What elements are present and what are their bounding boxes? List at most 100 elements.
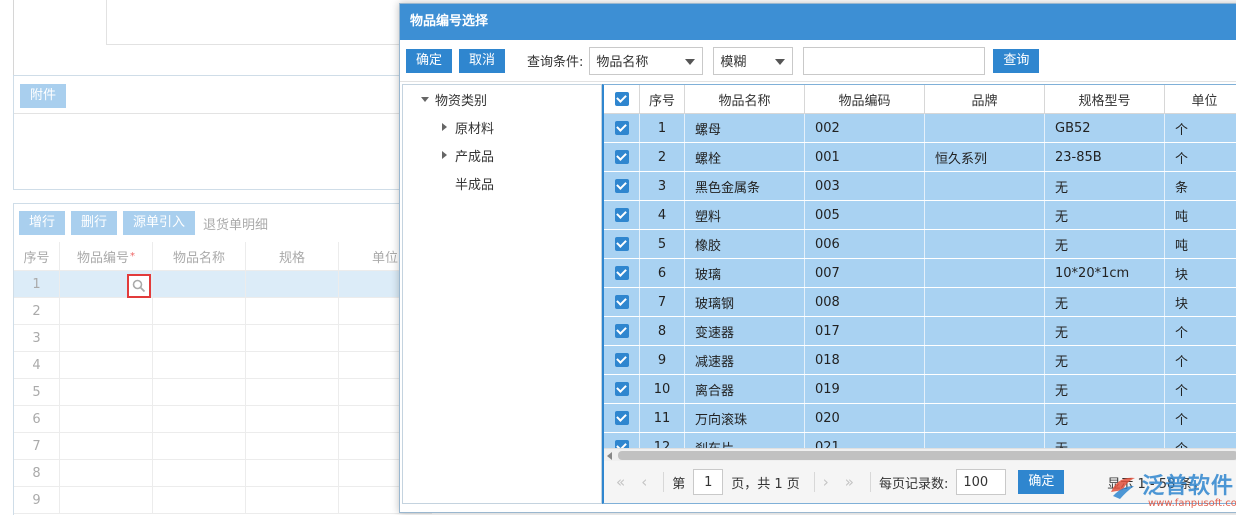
table-row[interactable]: 10 离合器 019 无个: [604, 375, 1236, 404]
tree-node-raw-materials[interactable]: 原材料: [403, 113, 601, 141]
grid-cell[interactable]: [60, 406, 153, 432]
row-checkbox[interactable]: [604, 404, 640, 432]
grid-cell[interactable]: [246, 460, 339, 486]
row-checkbox[interactable]: [604, 288, 640, 316]
grid-cell[interactable]: [246, 298, 339, 324]
grid-cell[interactable]: [60, 433, 153, 459]
grid-cell[interactable]: [153, 406, 246, 432]
table-row[interactable]: 4: [14, 352, 432, 379]
search-input[interactable]: [803, 46, 986, 75]
page-number-input[interactable]: 1: [693, 469, 724, 495]
checkbox-checked-icon[interactable]: [614, 237, 629, 251]
grid-cell[interactable]: [60, 487, 153, 513]
grid-cell[interactable]: [246, 487, 339, 513]
row-checkbox[interactable]: [604, 172, 640, 200]
table-row[interactable]: 1 螺母 002 GB52 个: [604, 114, 1236, 143]
grid-cell[interactable]: [246, 271, 339, 297]
cancel-button[interactable]: 取消: [459, 48, 506, 73]
grid-cell[interactable]: [60, 325, 153, 351]
grid-cell[interactable]: [246, 352, 339, 378]
table-row[interactable]: 4 塑料 005 无吨: [604, 201, 1236, 230]
table-row[interactable]: 3: [14, 325, 432, 352]
match-mode-select[interactable]: 模糊: [713, 46, 794, 75]
grid-cell[interactable]: [153, 379, 246, 405]
select-all-checkbox[interactable]: [604, 85, 640, 113]
prev-page-icon[interactable]: ‹: [641, 473, 647, 491]
grid-cell[interactable]: [153, 433, 246, 459]
last-page-icon[interactable]: »: [845, 473, 854, 491]
checkbox-checked-icon[interactable]: [614, 121, 629, 135]
checkbox-checked-icon[interactable]: [614, 411, 629, 425]
table-row[interactable]: 3 黑色金属条 003 无条: [604, 172, 1236, 201]
checkbox-checked-icon[interactable]: [614, 324, 629, 338]
query-button[interactable]: 查询: [993, 48, 1040, 73]
pager-confirm-button[interactable]: 确定: [1018, 470, 1065, 494]
table-row[interactable]: 2 螺栓 001 恒久系列 23-85B 个: [604, 143, 1236, 172]
grid-cell[interactable]: [60, 379, 153, 405]
table-row[interactable]: 7: [14, 433, 432, 460]
grid-cell[interactable]: [153, 298, 246, 324]
checkbox-checked-icon[interactable]: [614, 150, 629, 164]
grid-cell[interactable]: [153, 325, 246, 351]
checkbox-checked-icon[interactable]: [614, 353, 629, 367]
column-header-brand[interactable]: 品牌: [925, 85, 1045, 113]
grid-cell[interactable]: [246, 325, 339, 351]
confirm-button[interactable]: 确定: [406, 48, 453, 73]
row-checkbox[interactable]: [604, 375, 640, 403]
table-row[interactable]: 8: [14, 460, 432, 487]
column-header-code[interactable]: 物品编码: [805, 85, 925, 113]
checkbox-checked-icon[interactable]: [614, 382, 629, 396]
checkbox-checked-icon[interactable]: [614, 92, 629, 106]
grid-cell[interactable]: [246, 379, 339, 405]
tree-node-root[interactable]: 物资类别: [403, 85, 601, 113]
table-row[interactable]: 9 减速器 018 无个: [604, 346, 1236, 375]
first-page-icon[interactable]: «: [616, 473, 625, 491]
grid-cell[interactable]: [153, 271, 246, 297]
row-checkbox[interactable]: [604, 259, 640, 287]
import-source-button[interactable]: 源单引入: [123, 211, 196, 235]
row-checkbox[interactable]: [604, 201, 640, 229]
table-row[interactable]: 8 变速器 017 无个: [604, 317, 1236, 346]
caret-right-icon[interactable]: [442, 123, 447, 131]
grid-cell[interactable]: [153, 352, 246, 378]
grid-cell[interactable]: [246, 406, 339, 432]
checkbox-checked-icon[interactable]: [614, 179, 629, 193]
caret-right-icon[interactable]: [442, 151, 447, 159]
row-checkbox[interactable]: [604, 143, 640, 171]
attachment-button[interactable]: 附件: [20, 84, 67, 108]
column-header-spec[interactable]: 规格型号: [1045, 85, 1165, 113]
table-row[interactable]: 1: [14, 271, 432, 298]
next-page-icon[interactable]: ›: [823, 473, 829, 491]
item-code-cell[interactable]: [60, 271, 153, 298]
table-row[interactable]: 5: [14, 379, 432, 406]
table-row[interactable]: 5 橡胶 006 无吨: [604, 230, 1236, 259]
table-row[interactable]: 11 万向滚珠 020 无个: [604, 404, 1236, 433]
row-checkbox[interactable]: [604, 114, 640, 142]
query-field-select[interactable]: 物品名称: [589, 46, 704, 75]
table-row[interactable]: 9: [14, 487, 432, 514]
grid-cell[interactable]: [246, 433, 339, 459]
checkbox-checked-icon[interactable]: [614, 295, 629, 309]
column-header-no[interactable]: 序号: [640, 85, 685, 113]
search-icon[interactable]: [127, 274, 151, 298]
tree-node-finished-goods[interactable]: 产成品: [403, 141, 601, 169]
scrollbar-thumb[interactable]: [618, 451, 1236, 460]
grid-cell[interactable]: [60, 352, 153, 378]
checkbox-checked-icon[interactable]: [614, 266, 629, 280]
grid-cell[interactable]: [153, 487, 246, 513]
grid-cell[interactable]: [60, 460, 153, 486]
scroll-left-icon[interactable]: [607, 452, 612, 460]
table-row[interactable]: 6: [14, 406, 432, 433]
column-header-name[interactable]: 物品名称: [685, 85, 805, 113]
row-checkbox[interactable]: [604, 230, 640, 258]
tree-node-semi-finished[interactable]: 半成品: [403, 169, 601, 197]
grid-cell[interactable]: [153, 460, 246, 486]
caret-down-icon[interactable]: [421, 96, 429, 102]
table-row[interactable]: 2: [14, 298, 432, 325]
checkbox-checked-icon[interactable]: [614, 208, 629, 222]
page-size-input[interactable]: 100: [956, 469, 1007, 495]
delete-row-button[interactable]: 删行: [71, 211, 118, 235]
table-row[interactable]: 7 玻璃钢 008 无块: [604, 288, 1236, 317]
grid-cell[interactable]: [60, 298, 153, 324]
column-header-unit[interactable]: 单位: [1165, 85, 1236, 113]
